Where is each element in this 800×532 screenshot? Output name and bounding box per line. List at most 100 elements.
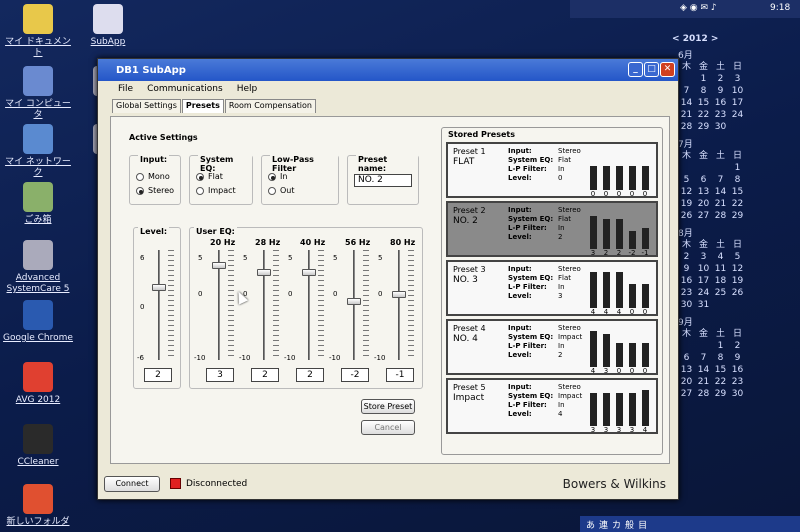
calendar-day[interactable]: 1 xyxy=(712,340,729,352)
desktop-icon[interactable]: マイ コンピュータ xyxy=(2,66,74,121)
eq-band-value[interactable]: 3 xyxy=(206,368,234,382)
calendar-day[interactable]: 20 xyxy=(695,198,712,210)
calendar-day[interactable]: 14 xyxy=(712,186,729,198)
tab-room-compensation[interactable]: Room Compensation xyxy=(224,99,316,113)
calendar-day[interactable]: 15 xyxy=(695,97,712,109)
calendar-day[interactable]: 17 xyxy=(729,97,746,109)
calendar-day[interactable]: 30 xyxy=(729,388,746,400)
cancel-button[interactable]: Cancel xyxy=(361,420,415,435)
calendar-day[interactable]: 14 xyxy=(678,97,695,109)
calendar-day[interactable]: 22 xyxy=(729,198,746,210)
calendar-day[interactable]: 30 xyxy=(712,121,729,133)
calendar-day[interactable]: 30 xyxy=(678,299,695,311)
eq-slider-track[interactable] xyxy=(398,250,400,360)
calendar-day[interactable]: 16 xyxy=(729,364,746,376)
calendar-day[interactable]: 12 xyxy=(678,186,695,198)
eq-impact-radio[interactable]: Impact xyxy=(196,186,236,195)
calendar-day[interactable]: 19 xyxy=(729,275,746,287)
level-slider-track[interactable] xyxy=(158,250,160,360)
desktop-icon[interactable]: 新しいフォルダ xyxy=(2,484,74,528)
menu-communications[interactable]: Communications xyxy=(147,84,223,94)
calendar-day[interactable]: 16 xyxy=(678,275,695,287)
calendar-day[interactable]: 15 xyxy=(729,186,746,198)
calendar-day[interactable]: 7 xyxy=(678,85,695,97)
calendar-day[interactable]: 6 xyxy=(695,174,712,186)
calendar-day[interactable]: 7 xyxy=(695,352,712,364)
calendar-day[interactable]: 27 xyxy=(678,388,695,400)
maximize-button[interactable]: □ xyxy=(644,62,659,77)
stored-preset-card[interactable]: Preset 4 NO. 4 Input: System EQ: L-P Filter:… xyxy=(446,319,658,375)
menu-help[interactable]: Help xyxy=(237,84,258,94)
calendar-day[interactable]: 11 xyxy=(712,263,729,275)
calendar-day[interactable] xyxy=(729,121,746,133)
input-mono-radio[interactable]: Mono xyxy=(136,172,170,181)
calendar-day[interactable]: 23 xyxy=(678,287,695,299)
minimize-button[interactable]: _ xyxy=(628,62,643,77)
calendar-day[interactable]: 24 xyxy=(729,109,746,121)
calendar-day[interactable]: 9 xyxy=(678,263,695,275)
calendar-day[interactable]: 9 xyxy=(729,352,746,364)
close-button[interactable]: ✕ xyxy=(660,62,675,77)
calendar-day[interactable]: 6 xyxy=(678,352,695,364)
calendar-day[interactable]: 3 xyxy=(695,251,712,263)
calendar-day[interactable] xyxy=(678,73,695,85)
calendar-day[interactable]: 13 xyxy=(695,186,712,198)
calendar-day[interactable]: 10 xyxy=(729,85,746,97)
calendar-day[interactable]: 5 xyxy=(729,251,746,263)
calendar-day[interactable]: 29 xyxy=(712,388,729,400)
calendar-day[interactable]: 10 xyxy=(695,263,712,275)
eq-band-value[interactable]: 2 xyxy=(296,368,324,382)
calendar-day[interactable]: 1 xyxy=(729,162,746,174)
eq-slider-track[interactable] xyxy=(263,250,265,360)
calendar-day[interactable]: 2 xyxy=(678,251,695,263)
eq-slider-thumb[interactable] xyxy=(212,261,226,269)
ime-button[interactable]: 般 xyxy=(625,518,634,531)
calendar-day[interactable]: 9 xyxy=(712,85,729,97)
calendar-day[interactable]: 21 xyxy=(678,109,695,121)
tab-presets[interactable]: Presets xyxy=(181,99,224,113)
input-stereo-radio[interactable]: Stereo xyxy=(136,186,174,195)
eq-band-value[interactable]: -1 xyxy=(386,368,414,382)
eq-band-value[interactable]: -2 xyxy=(341,368,369,382)
calendar-day[interactable]: 21 xyxy=(712,198,729,210)
ime-button[interactable]: 連 xyxy=(599,518,608,531)
level-slider-thumb[interactable] xyxy=(152,283,166,291)
calendar-day[interactable]: 25 xyxy=(712,287,729,299)
calendar-day[interactable]: 23 xyxy=(712,109,729,121)
ime-button[interactable]: カ xyxy=(612,518,621,531)
desktop-icon[interactable]: CCleaner xyxy=(2,424,74,468)
desktop-icon[interactable]: マイ ドキュメント xyxy=(2,4,74,59)
calendar-day[interactable]: 16 xyxy=(712,97,729,109)
calendar-day[interactable]: 14 xyxy=(695,364,712,376)
eq-slider-thumb[interactable] xyxy=(347,298,361,306)
calendar-day[interactable]: 8 xyxy=(729,174,746,186)
calendar-day[interactable]: 22 xyxy=(695,109,712,121)
ime-button[interactable]: 目 xyxy=(638,518,647,531)
stored-preset-card[interactable]: Preset 3 NO. 3 Input: System EQ: L-P Filter:… xyxy=(446,260,658,316)
calendar-day[interactable]: 26 xyxy=(729,287,746,299)
calendar-day[interactable]: 21 xyxy=(695,376,712,388)
calendar-day[interactable]: 4 xyxy=(712,251,729,263)
calendar-day[interactable] xyxy=(695,340,712,352)
stored-preset-card[interactable]: Preset 2 NO. 2 Input: System EQ: L-P Filter:… xyxy=(446,201,658,257)
calendar-day[interactable]: 28 xyxy=(695,388,712,400)
desktop-icon[interactable]: AVG 2012 xyxy=(2,362,74,406)
eq-slider-track[interactable] xyxy=(308,250,310,360)
preset-name-input[interactable]: NO. 2 xyxy=(354,174,412,187)
calendar-day[interactable]: 2 xyxy=(712,73,729,85)
calendar-day[interactable]: 27 xyxy=(695,210,712,222)
tray-icons[interactable]: ◈ ◉ ✉ ♪ xyxy=(680,3,717,13)
calendar-day[interactable]: 20 xyxy=(678,376,695,388)
calendar-year-nav[interactable]: < 2012 > xyxy=(672,34,758,44)
desktop-icon[interactable]: Advanced SystemCare 5 xyxy=(2,240,74,295)
level-value[interactable]: 2 xyxy=(144,368,172,382)
title-bar[interactable]: DB1 SubApp _ □ ✕ xyxy=(98,59,678,81)
calendar-day[interactable]: 29 xyxy=(695,121,712,133)
calendar-day[interactable]: 29 xyxy=(729,210,746,222)
calendar-day[interactable] xyxy=(729,299,746,311)
desktop-icon[interactable]: Google Chrome xyxy=(2,300,74,344)
calendar-day[interactable]: 26 xyxy=(678,210,695,222)
calendar-day[interactable]: 12 xyxy=(729,263,746,275)
eq-band-value[interactable]: 2 xyxy=(251,368,279,382)
calendar-day[interactable]: 15 xyxy=(712,364,729,376)
